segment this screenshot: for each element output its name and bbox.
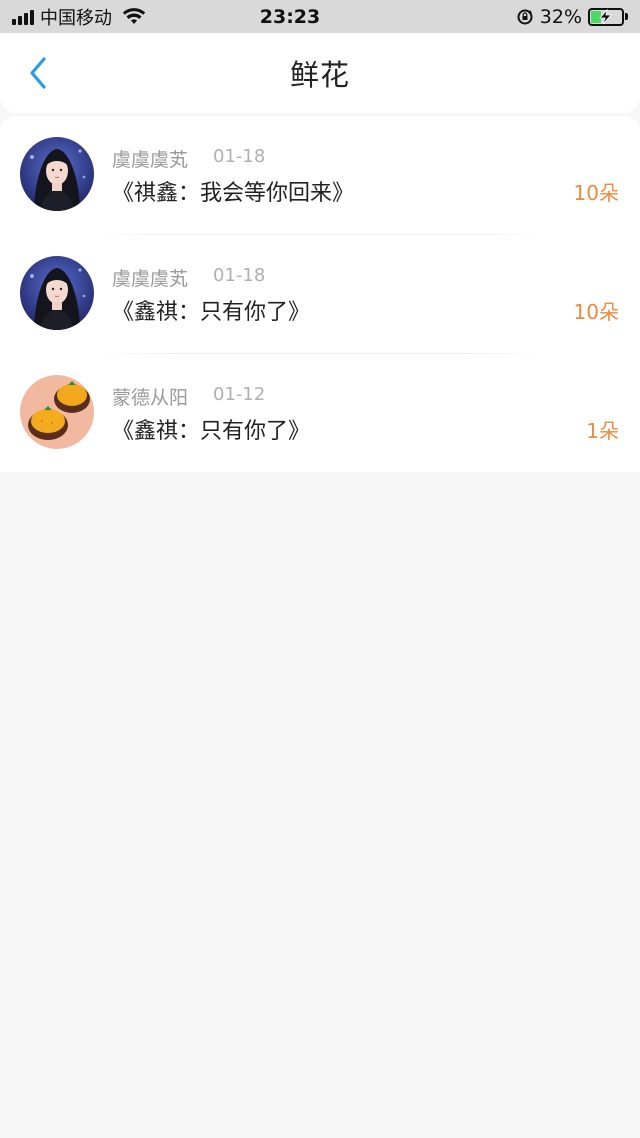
status-bar-left: 中国移动 [12, 4, 232, 30]
avatar[interactable] [20, 375, 94, 449]
carrier-label: 中国移动 [40, 7, 112, 29]
battery-charging-icon [588, 7, 628, 26]
portrait-avatar-image [20, 256, 94, 330]
list-item[interactable]: 虞虞虞芄 01-18 《祺鑫：我会等你回来》 10朵 [0, 116, 640, 235]
work-title: 《鑫祺：只有你了》 [112, 419, 311, 444]
sender-name: 虞虞虞芄 [112, 268, 189, 290]
status-time: 23:23 [259, 5, 321, 28]
work-title: 《祺鑫：我会等你回来》 [112, 181, 355, 206]
battery-body [588, 7, 624, 26]
flower-count: 10朵 [573, 181, 619, 205]
gift-date: 01-18 [213, 146, 266, 167]
rotation-lock-icon [517, 9, 533, 24]
portrait-avatar-image [20, 137, 94, 211]
back-button[interactable] [16, 51, 60, 95]
battery-cap [625, 13, 628, 20]
gift-date: 01-18 [213, 265, 266, 286]
list-item[interactable]: 虞虞虞芄 01-18 《鑫祺：只有你了》 10朵 [0, 235, 640, 354]
flower-count: 10朵 [573, 300, 619, 324]
flower-count: 1朵 [586, 419, 619, 443]
chevron-left-icon [30, 57, 46, 89]
nav-bar: 鲜花 [0, 33, 640, 113]
avatar[interactable] [20, 256, 94, 330]
page-title: 鲜花 [289, 58, 350, 92]
sender-name: 蒙德从阳 [112, 387, 189, 409]
avatar[interactable] [20, 137, 94, 211]
signal-icon [12, 9, 34, 25]
wifi-icon [122, 7, 146, 24]
gift-date: 01-12 [213, 384, 266, 405]
work-title: 《鑫祺：只有你了》 [112, 300, 311, 325]
sender-name: 虞虞虞芄 [112, 149, 189, 171]
status-bar: 中国移动 23:23 32% [0, 0, 640, 33]
screen: 中国移动 23:23 32% 鲜花 虞虞虞芄 01-18 《祺鑫：我会等你回来》… [0, 0, 640, 1138]
orange-tarts-avatar-image [20, 375, 94, 449]
battery-percent: 32% [539, 5, 582, 28]
charging-bolt-icon [599, 8, 612, 24]
gift-record-list: 虞虞虞芄 01-18 《祺鑫：我会等你回来》 10朵 虞虞虞芄 01-18 《鑫… [0, 116, 640, 472]
status-bar-right: 32% [408, 6, 628, 28]
list-item[interactable]: 蒙德从阳 01-12 《鑫祺：只有你了》 1朵 [0, 354, 640, 473]
